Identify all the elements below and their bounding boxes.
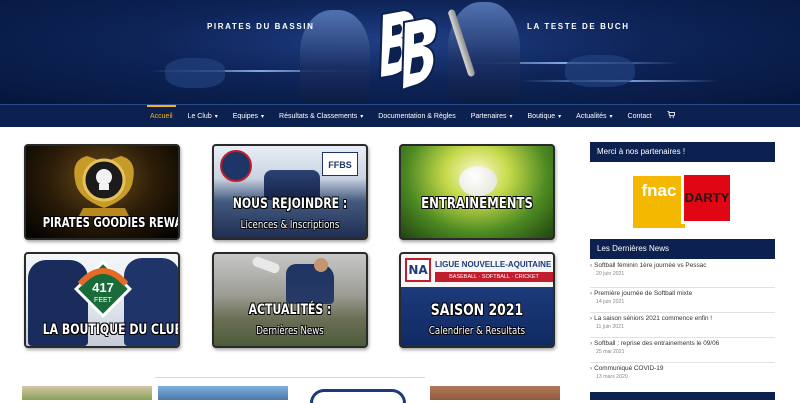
tile-saison-title: SAISON 2021 xyxy=(430,300,524,319)
417-feet-badge-icon: 417 FEET xyxy=(74,260,132,318)
tile-boutique-title: LA BOUTIQUE DU CLUB xyxy=(42,322,180,338)
chevron-right-icon: › xyxy=(590,315,593,322)
news-date: 20 juin 2021 xyxy=(596,271,625,277)
section-divider xyxy=(155,377,425,378)
tile-nous-rejoindre[interactable]: FFBS NOUS REJOINDRE : Licences & Inscrip… xyxy=(212,144,368,240)
post-thumbnail[interactable] xyxy=(430,386,560,400)
pitcher-arm-image xyxy=(251,255,281,275)
nav-item-label: Partenaires xyxy=(470,112,507,120)
news-item[interactable]: › La saison séniors 2021 commence enfin !… xyxy=(590,313,775,338)
chevron-right-icon: › xyxy=(590,262,593,269)
nav-item-label: Boutique xyxy=(527,112,556,120)
chevron-right-icon: › xyxy=(590,290,593,297)
baseball-logo-thumbnail xyxy=(310,389,406,403)
nav-item-partenaires[interactable]: Partenaires ▾ xyxy=(471,105,513,128)
chevron-down-icon: ▾ xyxy=(509,113,513,120)
news-title[interactable]: Communiqué COVID-19 xyxy=(594,365,663,372)
chevron-right-icon: › xyxy=(590,340,593,347)
news-item[interactable]: › Première journée de Softball mixte 14 j… xyxy=(590,288,775,313)
banner-player-silhouette xyxy=(165,58,225,88)
nav-item-label: Contact xyxy=(627,112,652,120)
nav-item-label: Documentation & Règles xyxy=(378,112,456,120)
post-thumbnail[interactable] xyxy=(158,386,288,400)
chevron-down-icon: ▾ xyxy=(214,113,218,120)
news-heading: Les Dernières News xyxy=(590,239,775,259)
tile-entrainements[interactable]: ENTRAINEMENTS xyxy=(399,144,555,240)
club-round-logo-icon xyxy=(220,150,252,182)
cart-icon[interactable] xyxy=(666,105,676,128)
nav-item-label: Equipes xyxy=(232,112,259,120)
pitcher-image xyxy=(286,264,334,304)
ffbs-logo: FFBS xyxy=(322,152,358,176)
nav-item-label: Résultats & Classements xyxy=(279,112,358,120)
tile-rejoindre-title: NOUS REJOINDRE : xyxy=(232,196,348,212)
league-title-text: LIGUE NOUVELLE-AQUITAINE xyxy=(435,260,552,269)
darty-logo: DARTY xyxy=(681,172,733,224)
tile-goodies-rewards[interactable]: PIRATES GOODIES REWARDS xyxy=(24,144,180,240)
nav-item-contact[interactable]: Contact xyxy=(628,105,652,128)
news-title[interactable]: La saison séniors 2021 commence enfin ! xyxy=(594,315,712,322)
banner-player-silhouette xyxy=(565,55,635,87)
tile-saison-subtitle: Calendrier & Resultats xyxy=(428,324,526,337)
news-date: 11 juin 2021 xyxy=(596,324,624,330)
tile-boutique[interactable]: 417 FEET LA BOUTIQUE DU CLUB xyxy=(24,252,180,348)
nav-item-label: Actualités xyxy=(576,112,607,120)
nav-item-le-club[interactable]: Le Club ▾ xyxy=(188,105,218,128)
baseball-icon xyxy=(459,166,497,196)
main-nav: Accueil Le Club ▾ Equipes ▾ Résultats & Class… xyxy=(0,104,800,127)
news-date: 14 juin 2021 xyxy=(596,299,625,305)
tile-entrainements-title: ENTRAINEMENTS xyxy=(421,194,533,212)
news-title[interactable]: Première journée de Softball mixte xyxy=(594,290,692,297)
news-item[interactable]: › Communiqué COVID-19 13 mars 2020 xyxy=(590,363,775,387)
partners-heading: Merci à nos partenaires ! xyxy=(590,142,775,162)
cart-icon xyxy=(666,110,676,118)
badge-unit: FEET xyxy=(94,297,113,304)
club-city-text: LA TESTE DE BUCH xyxy=(527,22,630,31)
pirate-emblem-icon xyxy=(74,156,134,216)
tile-actualites-title: ACTUALITÉS : xyxy=(248,302,332,318)
chevron-down-icon: ▾ xyxy=(558,113,562,120)
chevron-right-icon: › xyxy=(590,365,593,372)
header-banner: PIRATES DU BASSIN LA TESTE DE BUCH xyxy=(0,0,800,104)
nav-item-equipes[interactable]: Equipes ▾ xyxy=(233,105,264,128)
nav-item-accueil[interactable]: Accueil xyxy=(147,104,176,128)
news-date: 13 mars 2020 xyxy=(596,374,628,380)
news-date: 25 mai 2021 xyxy=(596,349,625,355)
news-title[interactable]: Softball féminin 1ère journée vs Pessac xyxy=(594,262,706,269)
tile-rejoindre-subtitle: Licences & Inscriptions xyxy=(240,218,340,231)
chevron-down-icon: ▾ xyxy=(609,113,613,120)
tile-actualites[interactable]: ACTUALITÉS : Dernières News xyxy=(212,252,368,348)
nav-item-label: Le Club xyxy=(187,112,212,120)
tile-actualites-subtitle: Dernières News xyxy=(256,324,324,337)
nav-item-resultats-classements[interactable]: Résultats & Classements ▾ xyxy=(279,105,363,128)
badge-number: 417 xyxy=(92,280,114,295)
news-item[interactable]: › Softball : reprise des entrainements le… xyxy=(590,338,775,363)
tile-saison-2021[interactable]: NA LIGUE NOUVELLE-AQUITAINE BASEBALL · S… xyxy=(399,252,555,348)
banner-batter-image xyxy=(448,2,520,104)
post-thumbnail[interactable] xyxy=(294,386,424,403)
sidebar-next-heading xyxy=(590,392,775,400)
chevron-down-icon: ▾ xyxy=(360,113,364,120)
news-item[interactable]: › Softball féminin 1ère journée vs Pessac… xyxy=(590,262,775,288)
nav-item-boutique[interactable]: Boutique ▾ xyxy=(528,105,562,128)
nav-item-label: Accueil xyxy=(150,112,173,120)
news-title[interactable]: Softball : reprise des entrainements le … xyxy=(594,340,719,347)
post-thumbnail[interactable] xyxy=(22,386,152,400)
league-subtitle-text: BASEBALL · SOFTBALL · CRICKET xyxy=(435,272,553,282)
tile-goodies-title: PIRATES GOODIES REWARDS xyxy=(42,216,178,231)
nav-item-documentation-regles[interactable]: Documentation & Règles xyxy=(378,105,455,128)
chevron-down-icon: ▾ xyxy=(261,113,265,120)
pitcher-head-image xyxy=(314,258,328,272)
club-name-text: PIRATES DU BASSIN xyxy=(207,22,315,31)
nav-item-actualites[interactable]: Actualités ▾ xyxy=(576,105,612,128)
fnac-logo: fnac xyxy=(633,176,685,228)
ligue-na-logo: NA xyxy=(405,258,431,282)
pb-monogram-logo-icon[interactable] xyxy=(374,6,440,100)
fnac-darty-logo[interactable]: fnac DARTY xyxy=(633,172,733,228)
